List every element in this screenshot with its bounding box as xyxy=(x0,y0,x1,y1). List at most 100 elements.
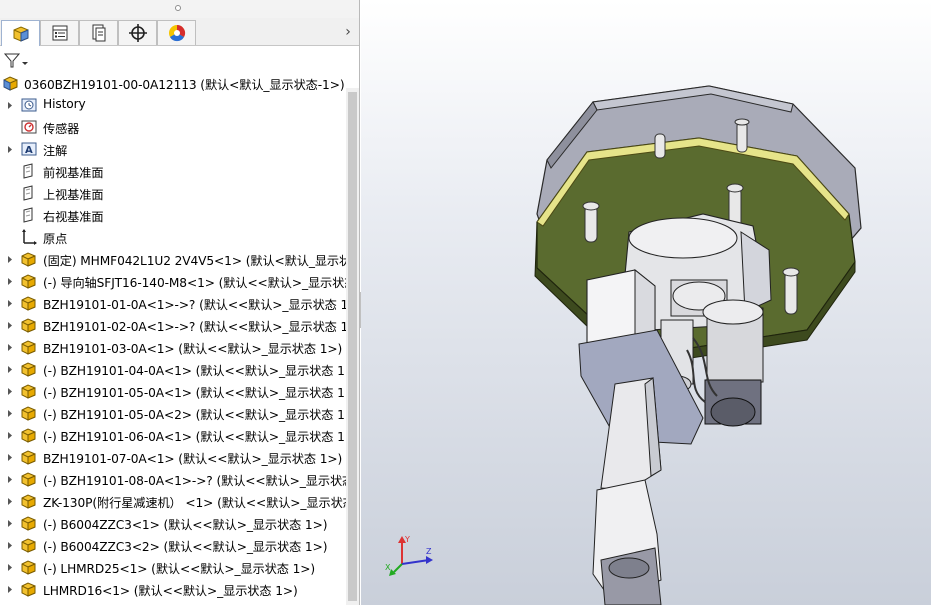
triad-z-axis xyxy=(401,559,430,565)
triad-z-label: Z xyxy=(426,547,432,556)
part-icon xyxy=(20,492,38,510)
tree-item[interactable]: (-) BZH19101-06-0A<1> (默认<<默认>_显示状态 1> xyxy=(0,424,346,446)
part-icon xyxy=(20,514,38,532)
tree-item-label: (-) BZH19101-05-0A<2> (默认<<默认>_显示状态 1> xyxy=(43,408,346,422)
tree-item[interactable]: BZH19101-02-0A<1>->? (默认<<默认>_显示状态 1> xyxy=(0,314,346,336)
expand-arrow-icon[interactable] xyxy=(6,276,14,286)
tree-item[interactable]: (-) BZH19101-08-0A<1>->? (默认<<默认>_显示状态 xyxy=(0,468,346,490)
configuration-icon xyxy=(92,24,105,42)
expand-arrow-icon[interactable] xyxy=(6,452,14,462)
feature-tree: 0360BZH19101-00-0A12113 (默认<默认_显示状态-1>) H… xyxy=(0,72,346,605)
tree-item[interactable]: LHMRD16<1> (默认<<默认>_显示状态 1>) xyxy=(0,578,346,600)
tree-item[interactable]: (-) LHMRD25<1> (默认<<默认>_显示状态 1>) xyxy=(0,556,346,578)
graphics-area[interactable]: Y Z X xyxy=(361,0,931,605)
tree-item-label: 注解 xyxy=(43,144,68,158)
chevron-right-icon[interactable]: › xyxy=(342,24,354,40)
tree-root-label: 0360BZH19101-00-0A12113 (默认<默认_显示状态-1>) xyxy=(24,78,345,92)
scrollbar-thumb[interactable] xyxy=(348,92,357,601)
tree-item[interactable]: (固定) MHMF042L1U2 2V4V5<1> (默认<默认_显示状 xyxy=(0,248,346,270)
expand-arrow-icon[interactable] xyxy=(6,298,14,308)
feature-manager-tab[interactable] xyxy=(1,20,40,46)
tree-item-label: (-) 导向轴SFJT16-140-M8<1> (默认<<默认>_显示状态 xyxy=(43,276,346,290)
expand-arrow-icon[interactable] xyxy=(6,408,14,418)
tree-item-label: 上视基准面 xyxy=(43,188,104,202)
color-wheel-icon xyxy=(168,24,185,42)
tree-item[interactable]: (-) BZH19101-05-0A<2> (默认<<默认>_显示状态 1> xyxy=(0,402,346,424)
tree-item[interactable]: BZH19101-07-0A<1> (默认<<默认>_显示状态 1>) xyxy=(0,446,346,468)
plane-icon xyxy=(20,184,38,202)
expand-arrow-icon[interactable] xyxy=(6,100,14,110)
property-list-icon xyxy=(52,25,67,41)
part-icon xyxy=(20,294,38,312)
pane-grip[interactable] xyxy=(0,0,359,18)
tree-item[interactable]: 原点 xyxy=(0,226,346,248)
manager-tabbar: › xyxy=(0,18,359,46)
tree-item-label: (-) BZH19101-06-0A<1> (默认<<默认>_显示状态 1> xyxy=(43,430,346,444)
tree-item[interactable]: History xyxy=(0,94,346,116)
grip-dot-icon xyxy=(175,5,181,11)
part-icon xyxy=(20,536,38,554)
part-icon xyxy=(20,558,38,576)
tree-item[interactable]: ZK-130P(附行星减速机） <1> (默认<<默认>_显示状态 xyxy=(0,490,346,512)
expand-arrow-icon[interactable] xyxy=(6,364,14,374)
tree-item-label: 原点 xyxy=(43,232,68,246)
part-icon xyxy=(20,316,38,334)
tree-item-label: History xyxy=(43,97,86,111)
display-manager-tab[interactable] xyxy=(157,20,196,45)
tree-item-label: (-) B6004ZZC3<1> (默认<<默认>_显示状态 1>) xyxy=(43,518,328,532)
tree-item[interactable]: 右视基准面 xyxy=(0,204,346,226)
view-orientation-triad: Y Z X xyxy=(385,530,435,580)
tree-item[interactable]: (-) BZH19101-05-0A<1> (默认<<默认>_显示状态 1> xyxy=(0,380,346,402)
part-icon xyxy=(20,250,38,268)
tree-root-assembly[interactable]: 0360BZH19101-00-0A12113 (默认<默认_显示状态-1>) xyxy=(0,72,346,94)
part-icon xyxy=(20,426,38,444)
svg-text:A: A xyxy=(25,145,33,156)
configuration-manager-tab[interactable] xyxy=(79,20,118,45)
expand-arrow-icon[interactable] xyxy=(6,562,14,572)
expand-arrow-icon[interactable] xyxy=(6,540,14,550)
part-icon xyxy=(20,272,38,290)
tree-item-label: (-) BZH19101-04-0A<1> (默认<<默认>_显示状态 1> xyxy=(43,364,346,378)
tree-item[interactable]: 上视基准面 xyxy=(0,182,346,204)
triad-x-axis xyxy=(393,563,403,573)
tree-item[interactable]: BZH19101-01-0A<1>->? (默认<<默认>_显示状态 1> xyxy=(0,292,346,314)
part-icon xyxy=(20,360,38,378)
tree-item-label: (-) BZH19101-08-0A<1>->? (默认<<默认>_显示状态 xyxy=(43,474,346,488)
tree-scrollbar[interactable] xyxy=(346,88,359,605)
tree-item[interactable]: (-) B6004ZZC3<1> (默认<<默认>_显示状态 1>) xyxy=(0,512,346,534)
expand-arrow-icon[interactable] xyxy=(6,320,14,330)
tree-item-label: (-) B6004ZZC3<2> (默认<<默认>_显示状态 1>) xyxy=(43,540,328,554)
filter-funnel-icon xyxy=(3,53,28,68)
expand-arrow-icon[interactable] xyxy=(6,496,14,506)
plane-icon xyxy=(20,162,38,180)
expand-arrow-icon[interactable] xyxy=(6,430,14,440)
tree-item[interactable]: (-) 导向轴SFJT16-140-M8<1> (默认<<默认>_显示状态 xyxy=(0,270,346,292)
tree-item-label: ZK-130P(附行星减速机） <1> (默认<<默认>_显示状态 xyxy=(43,496,346,510)
tree-item-label: 传感器 xyxy=(43,122,80,136)
dimxpert-tab[interactable] xyxy=(118,20,157,45)
triad-y-label: Y xyxy=(404,535,410,544)
property-manager-tab[interactable] xyxy=(40,20,79,45)
filter-bar xyxy=(0,47,359,73)
expand-arrow-icon[interactable] xyxy=(6,342,14,352)
tree-item-label: BZH19101-07-0A<1> (默认<<默认>_显示状态 1>) xyxy=(43,452,343,466)
expand-arrow-icon[interactable] xyxy=(6,584,14,594)
tree-item-label: BZH19101-01-0A<1>->? (默认<<默认>_显示状态 1> xyxy=(43,298,346,312)
crosshair-icon xyxy=(128,24,147,42)
tree-item[interactable]: BZH19101-03-0A<1> (默认<<默认>_显示状态 1>) xyxy=(0,336,346,358)
filter-button[interactable] xyxy=(3,51,29,70)
tree-item-label: (-) LHMRD25<1> (默认<<默认>_显示状态 1>) xyxy=(43,562,316,576)
expand-arrow-icon[interactable] xyxy=(6,474,14,484)
expand-arrow-icon[interactable] xyxy=(6,144,14,154)
expand-arrow-icon[interactable] xyxy=(6,386,14,396)
expand-arrow-icon[interactable] xyxy=(6,518,14,528)
tree-item[interactable]: A 注解 xyxy=(0,138,346,160)
tree-item[interactable]: (-) B6004ZZC3<2> (默认<<默认>_显示状态 1>) xyxy=(0,534,346,556)
expand-arrow-icon[interactable] xyxy=(6,254,14,264)
tree-item[interactable]: 传感器 xyxy=(0,116,346,138)
history-icon xyxy=(20,96,38,114)
feature-tree-icon xyxy=(13,25,28,42)
part-icon xyxy=(20,404,38,422)
tree-item[interactable]: 前视基准面 xyxy=(0,160,346,182)
tree-item[interactable]: (-) BZH19101-04-0A<1> (默认<<默认>_显示状态 1> xyxy=(0,358,346,380)
